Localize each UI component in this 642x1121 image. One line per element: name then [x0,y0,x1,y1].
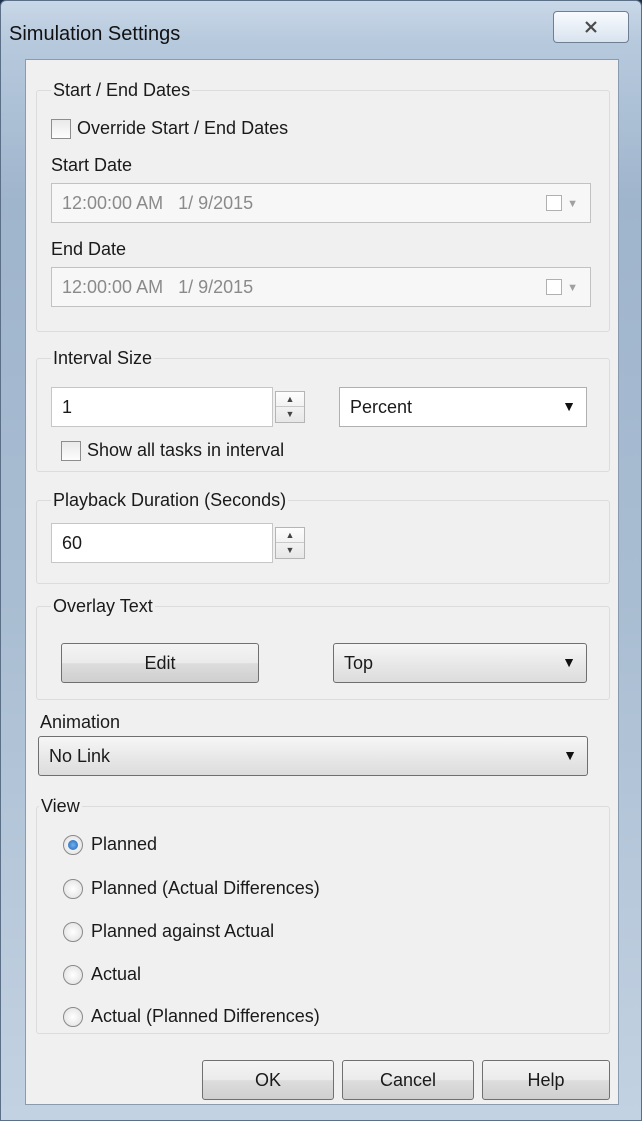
view-radio-actual[interactable] [63,965,83,985]
override-dates-checkbox[interactable] [51,119,71,139]
animation-group-label: Animation [38,712,123,733]
ok-button[interactable]: OK [202,1060,334,1100]
view-group-label: View [39,796,82,817]
interval-value: 1 [62,397,73,417]
playback-group-label: Playback Duration (Seconds) [51,490,289,511]
view-group: View Planned Planned (Actual Differences… [36,796,610,1034]
cancel-label: Cancel [379,1069,437,1090]
override-dates-label: Override Start / End Dates [77,118,289,138]
help-label: Help [527,1069,565,1090]
view-option-label: Actual [91,964,142,984]
animation-select[interactable]: No Link ▼ [38,736,588,776]
interval-unit-value: Percent [350,397,413,417]
end-date-label: End Date [51,239,127,259]
end-date-value: 12:00:00 AM 1/ 9/2015 [62,277,254,297]
edit-overlay-label: Edit [144,652,176,673]
cancel-button[interactable]: Cancel [342,1060,474,1100]
show-all-tasks-checkbox[interactable] [61,441,81,461]
overlay-group-label: Overlay Text [51,596,155,617]
chevron-down-icon: ▼ [562,398,576,414]
interval-group-label: Interval Size [51,348,155,369]
chevron-down-icon: ▼ [567,198,578,210]
start-date-value: 12:00:00 AM 1/ 9/2015 [62,193,254,213]
playback-stepper[interactable]: ▲ ▼ [275,527,305,559]
spin-up-icon[interactable]: ▲ [276,392,304,407]
dialog-body: Start / End Dates Override Start / End D… [25,59,619,1105]
view-radio-planned-against-actual[interactable] [63,922,83,942]
view-radio-planned-actual-differences[interactable] [63,879,83,899]
interval-stepper[interactable]: ▲ ▼ [275,391,305,423]
dates-group: Start / End Dates Override Start / End D… [36,80,610,332]
overlay-group: Overlay Text Edit Top ▼ [36,596,610,700]
dialog-title: Simulation Settings [9,23,181,45]
view-radio-actual-planned-differences[interactable] [63,1007,83,1027]
view-radio-planned[interactable] [63,835,83,855]
title-bar[interactable]: Simulation Settings [1,1,641,53]
chevron-down-icon: ▼ [567,282,578,294]
interval-unit-select[interactable]: Percent ▼ [339,387,587,427]
calendar-icon [546,195,562,211]
overlay-position-select[interactable]: Top ▼ [333,643,587,683]
interval-group: Interval Size 1 ▲ ▼ Percent ▼ Show all t… [36,348,610,472]
help-button[interactable]: Help [482,1060,610,1100]
view-option-label: Actual (Planned Differences) [91,1006,320,1026]
ok-label: OK [254,1069,281,1090]
calendar-icon [546,279,562,295]
edit-overlay-button[interactable]: Edit [61,643,259,683]
close-button[interactable] [553,11,629,43]
playback-duration-input[interactable]: 60 [51,523,273,563]
overlay-position-value: Top [344,653,374,673]
animation-value: No Link [49,746,111,766]
chevron-down-icon: ▼ [562,654,576,670]
spin-up-icon[interactable]: ▲ [276,528,304,543]
view-option-label: Planned against Actual [91,921,275,941]
show-all-tasks-label: Show all tasks in interval [87,440,285,460]
dates-group-label: Start / End Dates [51,80,193,101]
view-option-label: Planned (Actual Differences) [91,878,320,898]
chevron-down-icon: ▼ [563,747,577,763]
spin-down-icon[interactable]: ▼ [276,543,304,558]
start-date-label: Start Date [51,155,133,175]
close-icon [585,21,597,33]
end-date-picker[interactable]: 12:00:00 AM 1/ 9/2015 ▼ [51,267,591,307]
view-option-label: Planned [91,834,158,854]
interval-value-input[interactable]: 1 [51,387,273,427]
playback-group: Playback Duration (Seconds) 60 ▲ ▼ [36,490,610,584]
simulation-settings-dialog: Simulation Settings Start / End Dates Ov… [0,0,642,1121]
spin-down-icon[interactable]: ▼ [276,407,304,422]
playback-duration-value: 60 [62,533,83,553]
start-date-picker[interactable]: 12:00:00 AM 1/ 9/2015 ▼ [51,183,591,223]
animation-group: Animation No Link ▼ [36,712,610,792]
